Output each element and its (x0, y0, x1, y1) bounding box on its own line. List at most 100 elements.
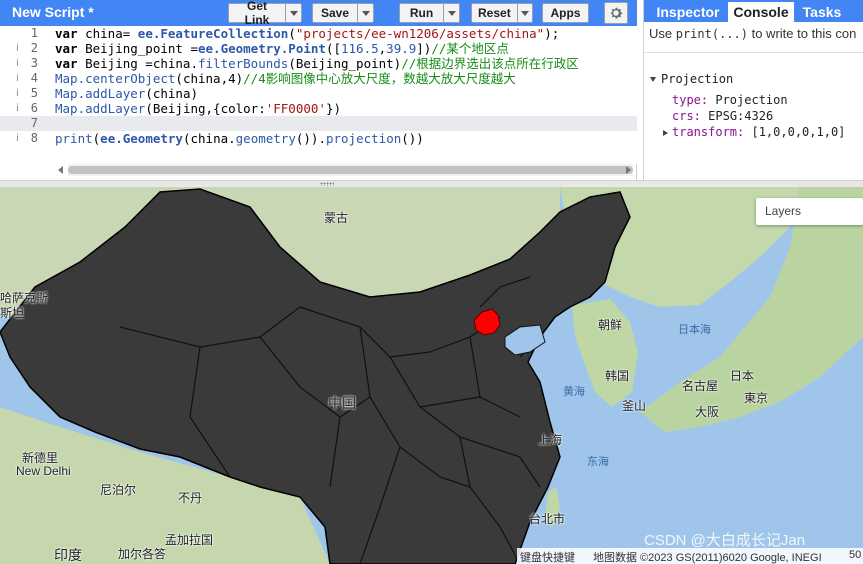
script-title[interactable]: New Script * (12, 4, 94, 20)
code-token: //某个地区点 (431, 41, 509, 56)
code-token: (china) (145, 86, 198, 101)
save-dropdown-icon[interactable] (357, 4, 373, 22)
scroll-left-icon[interactable] (58, 166, 63, 174)
code-area[interactable]: 1 var china= ee.FeatureCollection("projec… (0, 26, 637, 164)
line-number: 4 (30, 71, 38, 85)
tab-tasks[interactable]: Tasks (796, 2, 848, 22)
right-panel: Inspector Console Tasks Use print(...) t… (643, 0, 863, 180)
map-view[interactable]: 蒙古 哈萨克斯 斯坦 中国 朝鲜 韩国 釜山 日本 東京 名古屋 大阪 新德里 … (0, 187, 863, 564)
expand-down-icon[interactable] (650, 77, 656, 82)
label-bhutan: 不丹 (178, 491, 203, 505)
code-token: china= (77, 26, 138, 41)
keyboard-shortcuts-link[interactable]: 键盘快捷键 (520, 549, 575, 564)
label-sea-of-japan: 日本海 (678, 324, 711, 336)
code-line[interactable]: i 6 Map.addLayer(Beijing,{color:'FF0000'}) (0, 101, 637, 116)
run-button[interactable]: Run (399, 3, 460, 23)
get-link-label[interactable]: Get Link (229, 0, 285, 27)
label-busan: 釜山 (622, 399, 647, 413)
line-number: 8 (30, 131, 38, 145)
crs-value: EPSG:4326 (708, 109, 774, 123)
get-link-dropdown-icon[interactable] (285, 4, 301, 22)
code-token: Map.addLayer (55, 101, 146, 116)
line-code[interactable]: print(ee.Geometry(china.geometry()).proj… (55, 131, 424, 146)
scroll-right-icon[interactable] (626, 166, 631, 174)
apps-label[interactable]: Apps (543, 6, 588, 20)
scrollbar-thumb[interactable] (68, 166, 633, 174)
code-token: //4影响图像中心放大尺度，数越大放大尺度越大 (243, 71, 516, 86)
code-line[interactable]: 1 var china= ee.FeatureCollection("projec… (0, 26, 637, 41)
projection-header[interactable]: Projection (650, 72, 733, 86)
code-token: Map.addLayer (55, 86, 146, 101)
label-mongolia: 蒙古 (324, 211, 349, 225)
label-china: 中国 (328, 395, 356, 411)
code-line[interactable]: i 3 var Beijing =china.filterBounds(Beijin… (0, 56, 637, 71)
code-token: var (55, 41, 78, 56)
line-code[interactable]: Map.addLayer(Beijing,{color:'FF0000'}) (55, 101, 341, 116)
get-link-button[interactable]: Get Link (228, 0, 302, 27)
label-nagoya: 名古屋 (682, 379, 719, 393)
code-token: ); (544, 26, 560, 41)
run-dropdown-icon[interactable] (443, 4, 459, 22)
line-number: 5 (30, 86, 38, 100)
reset-label[interactable]: Reset (472, 6, 517, 20)
save-label[interactable]: Save (313, 6, 357, 20)
line-code[interactable]: var china= ee.FeatureCollection("project… (55, 26, 559, 41)
code-token: ee.Geometry (100, 131, 183, 146)
code-token: ]) (416, 41, 432, 56)
code-token: (china,4) (175, 71, 244, 86)
code-token: 39.9 (386, 41, 417, 56)
code-line[interactable]: i 2 var Beijing_point =ee.Geometry.Point([… (0, 41, 637, 56)
map-data-text[interactable]: 地图数据 ©2023 GS(2011)6020 Google, INEGI (593, 549, 822, 564)
label-japan: 日本 (730, 369, 755, 383)
panel-splitter[interactable] (0, 180, 863, 187)
console-hint-suffix: to write to this con (747, 26, 857, 41)
code-token: Beijing_point = (77, 41, 198, 56)
code-token: Map.centerObject (55, 71, 176, 86)
reset-button[interactable]: Reset (471, 3, 533, 23)
save-button[interactable]: Save (312, 3, 374, 23)
code-token: //根据边界选出该点所在行政区 (401, 56, 579, 71)
code-line[interactable]: 7 (0, 116, 637, 131)
code-token: ( (288, 26, 296, 41)
code-token: (china. (182, 131, 236, 146)
code-token: 'FF0000' (265, 101, 326, 116)
code-horizontal-scrollbar[interactable] (68, 164, 633, 176)
line-number: 6 (30, 101, 38, 115)
code-token: ([ (325, 41, 341, 56)
label-south-korea: 韩国 (605, 369, 630, 383)
scale-label: 50 (849, 549, 862, 561)
tab-inspector[interactable]: Inspector (648, 2, 728, 22)
line-code[interactable]: Map.addLayer(china) (55, 86, 198, 101)
layers-panel[interactable]: Layers (756, 198, 863, 225)
label-east-china-sea: 东海 (587, 456, 609, 468)
projection-transform-row[interactable]: transform: [1,0,0,0,1,0] (663, 125, 845, 139)
transform-key[interactable]: transform: (672, 125, 744, 139)
code-line[interactable]: i 4 Map.centerObject(china,4)//4影响图像中心放大尺度… (0, 71, 637, 86)
console-divider (644, 52, 863, 53)
apps-button[interactable]: Apps (542, 3, 589, 23)
layers-label[interactable]: Layers (765, 204, 801, 218)
code-token: Beijing =china. (77, 56, 198, 71)
code-line[interactable]: i 5 Map.addLayer(china) (0, 86, 637, 101)
code-token: (Beijing_point) (288, 56, 402, 71)
right-tab-bar: Inspector Console Tasks (644, 0, 863, 22)
code-token: ()). (295, 131, 326, 146)
line-code[interactable]: Map.centerObject(china,4)//4影响图像中心放大尺度，数… (55, 71, 516, 86)
code-token: projection (325, 131, 402, 146)
code-token: var (55, 56, 78, 71)
code-line[interactable]: i 8 print(ee.Geometry(china.geometry()).pr… (0, 131, 637, 146)
reset-dropdown-icon[interactable] (516, 4, 532, 22)
editor-toolbar: New Script * Get Link Save Run Reset App… (0, 0, 637, 27)
line-code[interactable]: var Beijing_point =ee.Geometry.Point([11… (55, 41, 509, 56)
code-token: ee.FeatureCollection (137, 26, 289, 41)
projection-type-row: type: Projection (672, 93, 788, 107)
expand-right-icon[interactable] (663, 129, 668, 136)
code-token: }) (325, 101, 342, 116)
tab-console[interactable]: Console (728, 2, 794, 22)
projection-title[interactable]: Projection (661, 72, 733, 86)
splitter-handle-icon[interactable] (320, 182, 334, 186)
line-number: 1 (30, 26, 38, 40)
line-code[interactable]: var Beijing =china.filterBounds(Beijing_… (55, 56, 579, 71)
gear-icon[interactable] (604, 2, 628, 24)
run-label[interactable]: Run (400, 6, 443, 20)
